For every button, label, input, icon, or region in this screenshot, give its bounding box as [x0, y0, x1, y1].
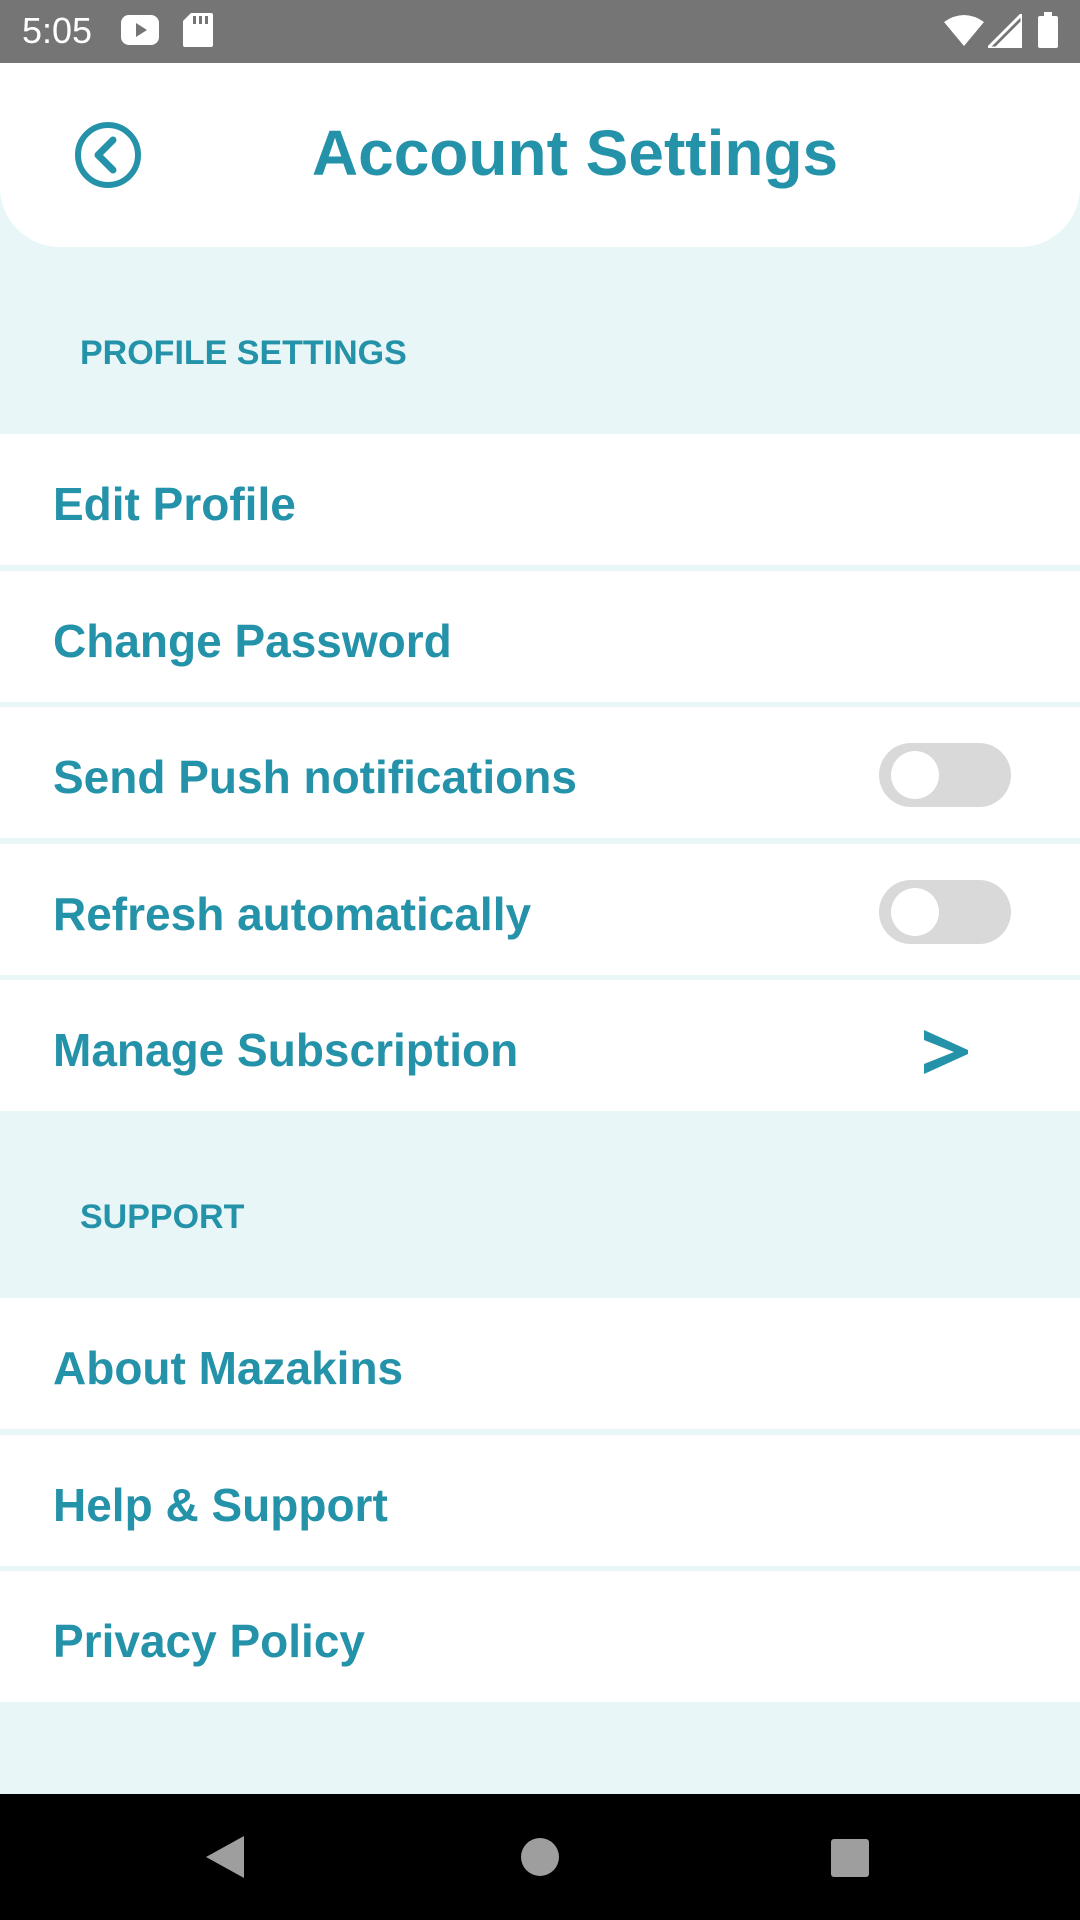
refresh-automatically-toggle[interactable] [879, 880, 1011, 944]
menu-item-edit-profile[interactable]: Edit Profile [0, 434, 1080, 565]
menu-item-label: Refresh automatically [53, 888, 532, 940]
page-title: Account Settings [311, 117, 839, 189]
menu-item-label: Privacy Policy [53, 1615, 365, 1667]
menu-item-label: Send Push notifications [53, 751, 577, 803]
menu-item-label: Change Password [53, 615, 452, 667]
sd-card-icon [183, 13, 213, 47]
menu-item-help-support[interactable]: Help & Support [0, 1435, 1080, 1566]
youtube-icon [121, 15, 159, 45]
toggle-knob [891, 888, 939, 936]
status-time: 5:05 [22, 10, 93, 51]
menu-item-refresh-automatically: Refresh automatically [0, 844, 1080, 975]
menu-item-manage-subscription[interactable]: Manage Subscription [0, 980, 1080, 1111]
menu-item-label: Manage Subscription [53, 1024, 519, 1076]
signal-icon [988, 14, 1022, 48]
section-title-support: SUPPORT [80, 1198, 245, 1236]
menu-item-privacy-policy[interactable]: Privacy Policy [0, 1571, 1080, 1702]
menu-item-change-password[interactable]: Change Password [0, 571, 1080, 702]
section-header-profile-settings: PROFILE SETTINGS [0, 247, 1080, 434]
menu-item-send-push-notifications: Send Push notifications [0, 707, 1080, 838]
chevron-right-icon [924, 1030, 968, 1074]
battery-icon [1038, 12, 1058, 48]
menu-item-about-mazakins[interactable]: About Mazakins [0, 1298, 1080, 1429]
wifi-icon [944, 15, 984, 46]
section-header-support: SUPPORT [0, 1111, 1080, 1298]
section-title-profile-settings: PROFILE SETTINGS [80, 334, 407, 372]
system-nav-bar [0, 1794, 1080, 1920]
status-bar: 5:05 [0, 0, 1080, 63]
toggle-knob [891, 751, 939, 799]
app-header: Account Settings [0, 63, 1080, 247]
menu-item-label: About Mazakins [53, 1342, 404, 1394]
menu-item-label: Edit Profile [53, 478, 296, 530]
menu-item-label: Help & Support [53, 1479, 388, 1531]
push-notifications-toggle[interactable] [879, 743, 1011, 807]
home-circle-icon[interactable] [520, 1837, 560, 1877]
recents-square-icon[interactable] [830, 1838, 870, 1878]
back-triangle-icon[interactable] [204, 1834, 246, 1880]
